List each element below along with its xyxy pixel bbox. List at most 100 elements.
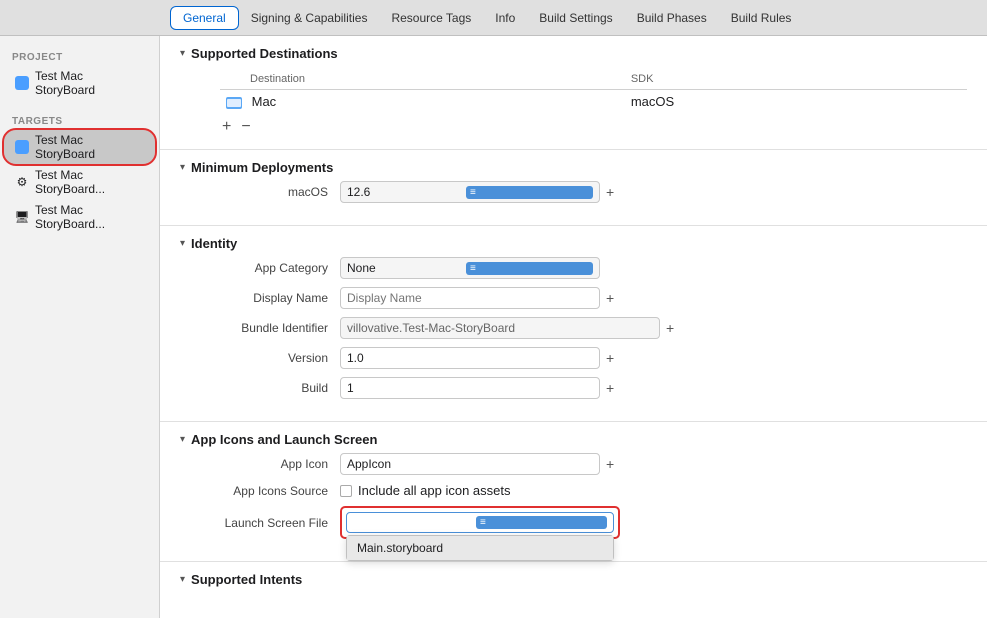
- section-supported-intents: ▾ Supported Intents: [160, 562, 987, 593]
- tab-build-rules[interactable]: Build Rules: [719, 7, 804, 29]
- section-identity: ▾ Identity App Category None ≡ Display: [160, 226, 987, 421]
- sidebar-item-project[interactable]: Test Mac StoryBoard: [4, 66, 155, 100]
- app-icons-source-text: Include all app icon assets: [358, 483, 510, 498]
- app-category-select[interactable]: None ≡: [340, 257, 600, 279]
- sidebar-item-target-2[interactable]: 🖥 Test Mac StoryBoard...: [4, 200, 155, 234]
- tab-info[interactable]: Info: [483, 7, 527, 29]
- macos-deployment-row: macOS 12.6 ≡ +: [180, 181, 967, 203]
- add-remove-row: + −: [220, 119, 967, 135]
- build-label: Build: [180, 381, 340, 395]
- chevron-down-icon: ▾: [180, 434, 185, 445]
- launch-screen-row: Launch Screen File ≡ Main.storyboard: [180, 506, 967, 539]
- bundle-identifier-add-button[interactable]: +: [666, 320, 674, 336]
- project-label: Test Mac StoryBoard: [35, 69, 145, 97]
- min-dep-add-button[interactable]: +: [606, 184, 614, 200]
- targets-section-label: TARGETS: [0, 110, 159, 129]
- sidebar-item-target-0[interactable]: Test Mac StoryBoard: [4, 130, 155, 164]
- project-icon: [14, 75, 30, 91]
- select-arrow-icon: ≡: [466, 186, 593, 199]
- chevron-down-icon: ▾: [180, 574, 185, 585]
- bundle-identifier-row: Bundle Identifier +: [180, 317, 967, 339]
- main-layout: PROJECT Test Mac StoryBoard TARGETS Test…: [0, 36, 987, 618]
- col-sdk: SDK: [631, 71, 967, 90]
- destination-mac: Mac: [252, 94, 277, 109]
- dropdown-item-main-storyboard[interactable]: Main.storyboard: [347, 536, 613, 560]
- launch-screen-highlight-box: ≡ Main.storyboard: [340, 506, 620, 539]
- chevron-down-icon: ▾: [180, 48, 185, 59]
- target-0-icon: [14, 139, 30, 155]
- identity-title: Identity: [191, 236, 237, 251]
- app-icon-add-button[interactable]: +: [606, 456, 614, 472]
- select-arrow-icon: ≡: [466, 262, 593, 275]
- chevron-down-icon: ▾: [180, 238, 185, 249]
- sidebar: PROJECT Test Mac StoryBoard TARGETS Test…: [0, 36, 160, 618]
- app-icons-source-checkbox-row: Include all app icon assets: [340, 483, 510, 498]
- display-name-row: Display Name +: [180, 287, 967, 309]
- select-dropdown-icon: ≡: [476, 516, 607, 529]
- launch-screen-wrapper: ≡ Main.storyboard: [346, 512, 614, 533]
- section-supported-destinations: ▾ Supported Destinations Destination SDK: [160, 36, 987, 149]
- tab-resource-tags[interactable]: Resource Tags: [379, 7, 483, 29]
- tab-build-settings[interactable]: Build Settings: [527, 7, 624, 29]
- bundle-identifier-label: Bundle Identifier: [180, 321, 340, 335]
- macos-version-select[interactable]: 12.6 ≡: [340, 181, 600, 203]
- checkbox-icon[interactable]: [340, 485, 352, 497]
- section-supported-destinations-header[interactable]: ▾ Supported Destinations: [160, 36, 987, 67]
- target-1-label: Test Mac StoryBoard...: [35, 168, 145, 196]
- remove-destination-button[interactable]: −: [239, 119, 252, 135]
- app-icons-source-row: App Icons Source Include all app icon as…: [180, 483, 967, 498]
- section-min-dep-header[interactable]: ▾ Minimum Deployments: [160, 150, 987, 181]
- display-name-input[interactable]: [340, 287, 600, 309]
- add-destination-button[interactable]: +: [220, 119, 233, 135]
- col-destination: Destination: [220, 71, 631, 90]
- tab-signing[interactable]: Signing & Capabilities: [239, 7, 380, 29]
- section-minimum-deployments: ▾ Minimum Deployments macOS 12.6 ≡ +: [160, 150, 987, 225]
- version-label: Version: [180, 351, 340, 365]
- macos-version-value: 12.6: [347, 185, 466, 199]
- launch-screen-dropdown: Main.storyboard: [346, 535, 614, 561]
- target-1-icon: ⚙: [14, 174, 30, 190]
- section-app-icons-header[interactable]: ▾ App Icons and Launch Screen: [160, 422, 987, 453]
- version-add-button[interactable]: +: [606, 350, 614, 366]
- app-icons-source-label: App Icons Source: [180, 484, 340, 498]
- table-row: Mac macOS: [220, 90, 967, 114]
- project-section-label: PROJECT: [0, 46, 159, 65]
- app-icon-row: App Icon +: [180, 453, 967, 475]
- identity-form: App Category None ≡ Display Name +: [160, 257, 987, 421]
- launch-screen-label: Launch Screen File: [180, 516, 340, 530]
- build-add-button[interactable]: +: [606, 380, 614, 396]
- target-2-label: Test Mac StoryBoard...: [35, 203, 145, 231]
- app-category-value: None: [347, 261, 466, 275]
- target-0-label: Test Mac StoryBoard: [35, 133, 145, 161]
- tab-general[interactable]: General: [170, 6, 239, 30]
- chevron-down-icon: ▾: [180, 162, 185, 173]
- section-supported-intents-header[interactable]: ▾ Supported Intents: [160, 562, 987, 593]
- bundle-identifier-input[interactable]: [340, 317, 660, 339]
- destinations-table: Destination SDK Mac macOS: [220, 71, 967, 113]
- tab-bar: General Signing & Capabilities Resource …: [0, 0, 987, 36]
- app-icons-form: App Icon + App Icons Source Include all …: [160, 453, 987, 561]
- supported-intents-title: Supported Intents: [191, 572, 302, 587]
- sdk-macos: macOS: [631, 90, 967, 114]
- display-name-add-button[interactable]: +: [606, 290, 614, 306]
- version-input[interactable]: [340, 347, 600, 369]
- app-icons-title: App Icons and Launch Screen: [191, 432, 377, 447]
- sidebar-item-target-1[interactable]: ⚙ Test Mac StoryBoard...: [4, 165, 155, 199]
- app-icon-label: App Icon: [180, 457, 340, 471]
- app-category-label: App Category: [180, 261, 340, 275]
- build-input[interactable]: [340, 377, 600, 399]
- section-app-icons: ▾ App Icons and Launch Screen App Icon +…: [160, 422, 987, 561]
- tab-build-phases[interactable]: Build Phases: [625, 7, 719, 29]
- version-row: Version +: [180, 347, 967, 369]
- target-2-icon: 🖥: [14, 209, 30, 225]
- content-area: ▾ Supported Destinations Destination SDK: [160, 36, 987, 618]
- section-identity-header[interactable]: ▾ Identity: [160, 226, 987, 257]
- minimum-deployments-title: Minimum Deployments: [191, 160, 333, 175]
- supported-destinations-title: Supported Destinations: [191, 46, 338, 61]
- launch-screen-select[interactable]: ≡: [346, 512, 614, 533]
- build-row: Build +: [180, 377, 967, 399]
- app-icon-input[interactable]: [340, 453, 600, 475]
- mac-icon: [226, 97, 242, 109]
- app-category-row: App Category None ≡: [180, 257, 967, 279]
- macos-label: macOS: [180, 185, 340, 199]
